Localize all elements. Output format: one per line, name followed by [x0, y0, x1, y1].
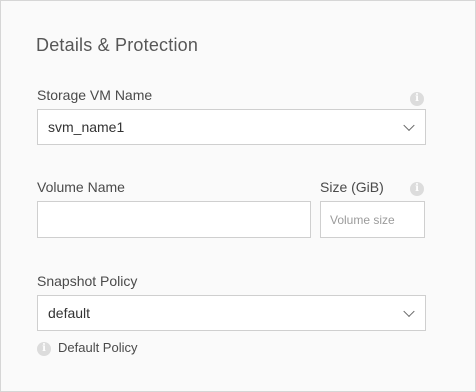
info-icon[interactable]: i: [410, 182, 424, 196]
chevron-down-icon: [403, 305, 415, 318]
storage-vm-name-select[interactable]: svm_name1: [37, 109, 426, 145]
volume-name-input[interactable]: [37, 201, 311, 238]
volume-size-placeholder: Volume size: [330, 212, 395, 227]
chevron-down-icon: [403, 119, 415, 132]
volume-size-input[interactable]: Volume size: [320, 201, 425, 238]
info-icon[interactable]: i: [410, 92, 424, 106]
snapshot-policy-value: default: [48, 305, 91, 321]
snapshot-policy-label: Snapshot Policy: [37, 273, 138, 289]
snapshot-policy-hint: Default Policy: [58, 340, 138, 355]
snapshot-policy-select[interactable]: default: [37, 295, 426, 331]
details-protection-panel: Details & Protection Storage VM Name i s…: [0, 0, 476, 392]
storage-vm-name-value: svm_name1: [48, 119, 125, 135]
section-title: Details & Protection: [36, 35, 199, 55]
volume-name-label: Volume Name: [37, 179, 125, 195]
volume-size-label: Size (GiB): [320, 179, 384, 195]
info-icon: i: [37, 342, 51, 356]
storage-vm-name-label: Storage VM Name: [37, 87, 153, 103]
